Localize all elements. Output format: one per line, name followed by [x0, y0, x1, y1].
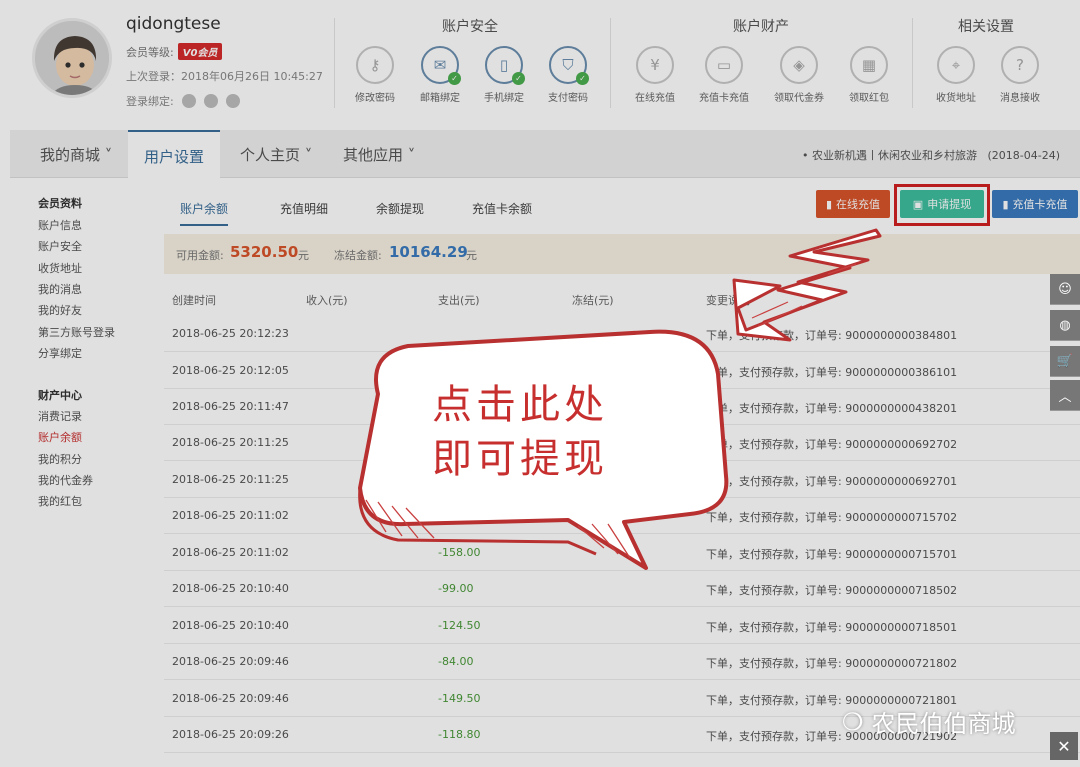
- col-income: 收入(元): [306, 294, 348, 307]
- available-amount: 5320.50: [230, 243, 299, 261]
- frozen-unit: 元: [466, 249, 477, 262]
- page: qidongtese 会员等级: V0会员 上次登录：2018年06月26日 10…: [0, 0, 1080, 767]
- phone-icon: ▯ ✓: [485, 46, 525, 85]
- mail-icon: ✉ ✓: [421, 46, 461, 85]
- username: qidongtese: [126, 14, 221, 34]
- online-recharge-link[interactable]: ¥ 在线充值: [615, 46, 695, 104]
- coupon-link[interactable]: ◈ 领取代金券: [759, 46, 839, 104]
- group-title-settings: 相关设置: [958, 19, 1014, 35]
- profile-header: qidongtese 会员等级: V0会员 上次登录：2018年06月26日 10…: [0, 0, 1080, 128]
- wechat-icon: ❍: [842, 707, 864, 736]
- shield-icon: ▮: [1002, 197, 1009, 211]
- available-label: 可用金额:: [176, 249, 224, 262]
- sidebar-item-account-info[interactable]: 账户信息: [38, 217, 82, 233]
- bind-label: 登录绑定:: [126, 95, 174, 108]
- tab-account-balance[interactable]: 账户余额: [180, 200, 229, 226]
- sidebar-item-messages[interactable]: 我的消息: [38, 281, 82, 297]
- sidebar-section-assets: 财产中心: [38, 389, 82, 402]
- service-icon[interactable]: ◍: [1050, 310, 1080, 341]
- sidebar-item-points[interactable]: 我的积分: [38, 451, 82, 467]
- frozen-amount: 10164.29: [389, 243, 468, 261]
- pay-password-button[interactable]: ⛉ ✓ 支付密码: [528, 46, 608, 104]
- card-recharge-button[interactable]: ▮ 充值卡充值: [992, 190, 1078, 218]
- sidebar-item-friends[interactable]: 我的好友: [38, 302, 82, 318]
- location-icon: ⌖: [937, 46, 975, 84]
- nav-other-apps[interactable]: 其他应用 ˅: [343, 144, 415, 165]
- table-row: 2018-06-25 20:09:46 -84.00 下单，支付预存款，订单号: 9…: [164, 643, 1080, 680]
- sidebar-item-address[interactable]: 收货地址: [38, 260, 82, 276]
- close-icon[interactable]: ✕: [1050, 732, 1078, 760]
- tab-card-balance[interactable]: 充值卡余额: [472, 200, 532, 217]
- back-to-top-icon[interactable]: ︿: [1050, 380, 1080, 411]
- sidebar: 会员资料 账户信息 账户安全 收货地址 我的消息 我的好友 第三方账号登录 分享…: [0, 178, 132, 767]
- sidebar-item-coupons[interactable]: 我的代金券: [38, 472, 93, 488]
- sidebar-item-account-security[interactable]: 账户安全: [38, 238, 82, 254]
- sidebar-item-share-bind[interactable]: 分享绑定: [38, 345, 82, 361]
- nav-my-mall[interactable]: 我的商城 ˅: [40, 144, 112, 165]
- qq-icon[interactable]: [181, 94, 196, 108]
- weibo-icon[interactable]: [225, 94, 240, 108]
- tab-recharge-detail[interactable]: 充值明细: [280, 200, 328, 217]
- online-recharge-button[interactable]: ▮ 在线充值: [816, 190, 890, 218]
- card-icon: ▭: [705, 46, 743, 84]
- callout-line-1: 点击此处: [432, 382, 608, 428]
- message-settings-link[interactable]: ? 消息接收: [980, 46, 1060, 104]
- callout-line-2: 即可提现: [432, 436, 608, 482]
- news-ticker[interactable]: • 农业新机遇丨休闲农业和乡村旅游 (2018-04-24): [802, 147, 1060, 163]
- cart-icon[interactable]: 🛒: [1050, 346, 1080, 377]
- card-recharge-link[interactable]: ▭ 充值卡充值: [684, 46, 764, 104]
- sidebar-item-balance[interactable]: 账户余额: [38, 429, 82, 445]
- group-title-assets: 账户财产: [733, 19, 789, 35]
- main-nav: 我的商城 ˅ 用户设置 个人主页 ˅ 其他应用 ˅ • 农业新机遇丨休闲农业和乡…: [10, 130, 1080, 178]
- arrow-annotation: [732, 228, 882, 342]
- sidebar-item-consumption[interactable]: 消费记录: [38, 408, 82, 424]
- group-title-security: 账户安全: [442, 19, 498, 35]
- red-packet-icon: ▦: [850, 46, 888, 84]
- col-created: 创建时间: [172, 294, 216, 307]
- available-unit: 元: [298, 249, 309, 262]
- nav-user-settings[interactable]: 用户设置: [128, 130, 221, 178]
- withdraw-highlight-box: [894, 184, 990, 226]
- vip-badge: V0会员: [177, 43, 223, 60]
- balance-summary: 可用金额: 5320.50 元 冻结金额: 10164.29 元: [164, 234, 1080, 274]
- divider: [912, 18, 913, 108]
- col-frozen: 冻结(元): [572, 294, 614, 307]
- sidebar-item-third-party[interactable]: 第三方账号登录: [38, 324, 115, 340]
- tab-withdraw[interactable]: 余额提现: [376, 200, 424, 217]
- sidebar-section-member: 会员资料: [38, 197, 82, 210]
- frozen-label: 冻结金额:: [334, 249, 382, 262]
- member-level-label: 会员等级:: [126, 46, 174, 59]
- message-icon: ?: [1001, 46, 1039, 84]
- shield-icon: ⛉ ✓: [549, 46, 589, 85]
- avatar[interactable]: [32, 18, 112, 98]
- divider: [610, 18, 611, 108]
- table-row: 2018-06-25 20:10:40 -124.50 下单，支付预存款，订单号: …: [164, 607, 1080, 644]
- shield-icon: ▮: [825, 197, 833, 211]
- coupon-icon: ◈: [780, 46, 818, 84]
- login-bindings: 登录绑定:: [126, 93, 240, 109]
- nav-personal-home[interactable]: 个人主页 ˅: [240, 144, 312, 165]
- watermark: ❍ 农民伯伯商城: [842, 707, 1016, 739]
- red-packet-link[interactable]: ▦ 领取红包: [829, 46, 909, 104]
- wechat-icon[interactable]: [203, 94, 218, 108]
- key-icon: ⚷: [356, 46, 394, 84]
- last-login: 上次登录：2018年06月26日 10:45:27: [126, 70, 323, 83]
- col-expense: 支出(元): [438, 294, 480, 307]
- money-bag-icon: ¥: [636, 46, 674, 84]
- sidebar-item-red-packets[interactable]: 我的红包: [38, 493, 82, 509]
- avatar-shortcut-icon[interactable]: ☺: [1050, 274, 1080, 305]
- member-level: 会员等级: V0会员: [126, 43, 223, 60]
